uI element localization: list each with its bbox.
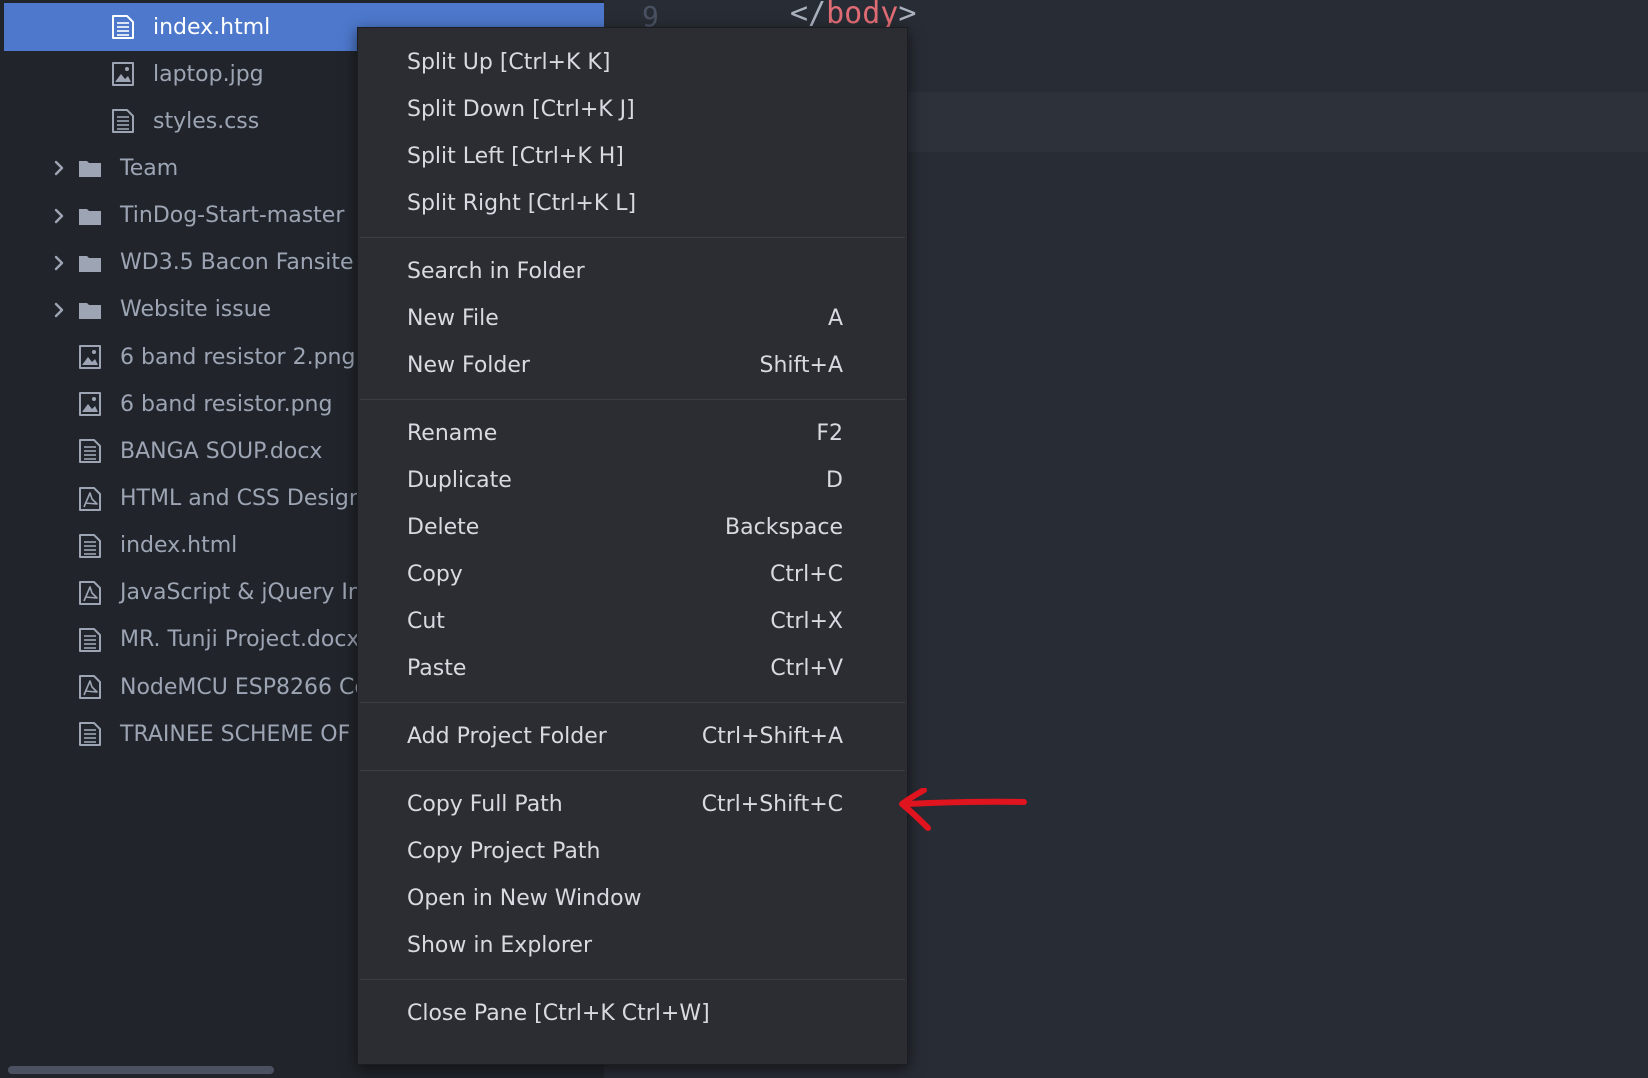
menu-item-shortcut: Ctrl+C: [770, 562, 843, 587]
menu-item-duplicate[interactable]: Duplicate D: [358, 458, 907, 504]
menu-item-copy-project-path[interactable]: Copy Project Path: [358, 829, 907, 875]
menu-item-close-pane[interactable]: Close Pane [Ctrl+K Ctrl+W]: [358, 991, 907, 1037]
menu-item-show-in-explorer[interactable]: Show in Explorer: [358, 923, 907, 969]
menu-item-label: Copy Full Path: [407, 792, 563, 817]
horizontal-scrollbar[interactable]: [0, 1064, 604, 1078]
menu-item-label: Add Project Folder: [407, 724, 607, 749]
app-window: 9 </body> TRAINEE SCHEME OF W NodeMCU ESP…: [0, 0, 1648, 1078]
menu-item-label: Split Down [Ctrl+K J]: [407, 97, 635, 122]
menu-item-split-right[interactable]: Split Right [Ctrl+K L]: [358, 181, 907, 227]
menu-item-cut[interactable]: Cut Ctrl+X: [358, 599, 907, 645]
menu-item-label: Open in New Window: [407, 886, 642, 911]
menu-item-rename[interactable]: Rename F2: [358, 411, 907, 457]
menu-separator: [360, 979, 905, 980]
file-pdf-icon: [77, 580, 103, 606]
file-image-icon: [77, 344, 103, 370]
menu-item-shortcut: Ctrl+V: [770, 656, 843, 681]
menu-separator: [360, 770, 905, 771]
menu-item-copy-full-path[interactable]: Copy Full Path Ctrl+Shift+C: [358, 782, 907, 828]
menu-item-shortcut: Backspace: [725, 515, 843, 540]
chevron-right-icon[interactable]: [51, 302, 67, 318]
tree-item-label: styles.css: [153, 108, 260, 134]
menu-item-label: Copy: [407, 562, 463, 587]
tree-item-label: index.html: [153, 14, 271, 40]
menu-item-label: Cut: [407, 609, 445, 634]
tree-item-label: laptop.jpg: [153, 61, 264, 87]
menu-item-split-left[interactable]: Split Left [Ctrl+K H]: [358, 134, 907, 180]
menu-item-shortcut: Shift+A: [759, 353, 844, 378]
menu-item-label: Split Right [Ctrl+K L]: [407, 191, 637, 216]
tree-item-label: Team: [120, 155, 179, 181]
chevron-right-icon[interactable]: [51, 255, 67, 271]
file-image-icon: [110, 61, 136, 87]
folder-icon: [77, 297, 103, 323]
annotation-arrow-icon: [899, 788, 1027, 831]
file-pdf-icon: [77, 486, 103, 512]
menu-item-label: Delete: [407, 515, 480, 540]
tree-item-label: 6 band resistor.png: [120, 391, 333, 417]
menu-item-label: Paste: [407, 656, 467, 681]
menu-item-label: New Folder: [407, 353, 530, 378]
file-text-icon: [110, 108, 136, 134]
menu-item-label: Split Up [Ctrl+K K]: [407, 50, 611, 75]
menu-item-label: New File: [407, 306, 499, 331]
folder-icon: [77, 203, 103, 229]
menu-item-label: Duplicate: [407, 468, 512, 493]
folder-icon: [77, 155, 103, 181]
menu-item-add-project-folder[interactable]: Add Project Folder Ctrl+Shift+A: [358, 714, 907, 760]
menu-item-label: Copy Project Path: [407, 839, 601, 864]
tree-item-label: TRAINEE SCHEME OF W: [120, 721, 379, 747]
menu-item-paste[interactable]: Paste Ctrl+V: [358, 646, 907, 692]
menu-item-copy[interactable]: Copy Ctrl+C: [358, 552, 907, 598]
chevron-right-icon[interactable]: [51, 208, 67, 224]
menu-separator: [360, 237, 905, 238]
tree-item-label: BANGA SOUP.docx: [120, 438, 323, 464]
file-text-icon: [110, 14, 136, 40]
menu-item-label: Close Pane [Ctrl+K Ctrl+W]: [407, 1001, 710, 1026]
menu-item-new-file[interactable]: New File A: [358, 296, 907, 342]
file-text-icon: [77, 721, 103, 747]
file-text-icon: [77, 533, 103, 559]
tree-item-label: Website issue: [120, 297, 272, 323]
file-text-icon: [77, 438, 103, 464]
tree-item-label: MR. Tunji Project.docx: [120, 627, 360, 653]
tree-item-label: NodeMCU ESP8266 Co: [120, 674, 368, 700]
folder-icon: [77, 250, 103, 276]
file-image-icon: [77, 391, 103, 417]
scrollbar-thumb[interactable]: [8, 1066, 274, 1074]
tree-item-label: TinDog-Start-master: [120, 203, 345, 229]
tree-item-label: JavaScript & jQuery In: [120, 580, 362, 606]
menu-item-open-in-new-window[interactable]: Open in New Window: [358, 876, 907, 922]
chevron-right-icon[interactable]: [51, 160, 67, 176]
menu-item-label: Split Left [Ctrl+K H]: [407, 144, 624, 169]
menu-separator: [360, 702, 905, 703]
tree-item-label: 6 band resistor 2.png: [120, 344, 356, 370]
menu-item-shortcut: Ctrl+Shift+C: [701, 792, 843, 817]
tree-item-label: index.html: [120, 533, 238, 559]
menu-item-search-in-folder[interactable]: Search in Folder: [358, 249, 907, 295]
menu-item-split-down[interactable]: Split Down [Ctrl+K J]: [358, 87, 907, 133]
menu-item-label: Show in Explorer: [407, 933, 593, 958]
file-pdf-icon: [77, 674, 103, 700]
tree-item-label: HTML and CSS Design: [120, 486, 363, 511]
tree-item-label: WD3.5 Bacon Fansite S: [120, 250, 375, 276]
menu-separator: [360, 399, 905, 400]
file-text-icon: [77, 627, 103, 653]
menu-item-shortcut: D: [826, 468, 843, 493]
menu-item-shortcut: F2: [816, 421, 843, 446]
menu-item-delete[interactable]: Delete Backspace: [358, 505, 907, 551]
menu-item-label: Rename: [407, 421, 498, 446]
menu-item-split-up[interactable]: Split Up [Ctrl+K K]: [358, 40, 907, 86]
context-menu: Split Up [Ctrl+K K] Split Down [Ctrl+K J]…: [357, 27, 908, 1065]
menu-item-shortcut: A: [827, 306, 843, 331]
menu-item-label: Search in Folder: [407, 259, 585, 284]
menu-item-new-folder[interactable]: New Folder Shift+A: [358, 343, 907, 389]
menu-item-shortcut: Ctrl+Shift+A: [701, 724, 843, 749]
menu-item-shortcut: Ctrl+X: [770, 609, 843, 634]
